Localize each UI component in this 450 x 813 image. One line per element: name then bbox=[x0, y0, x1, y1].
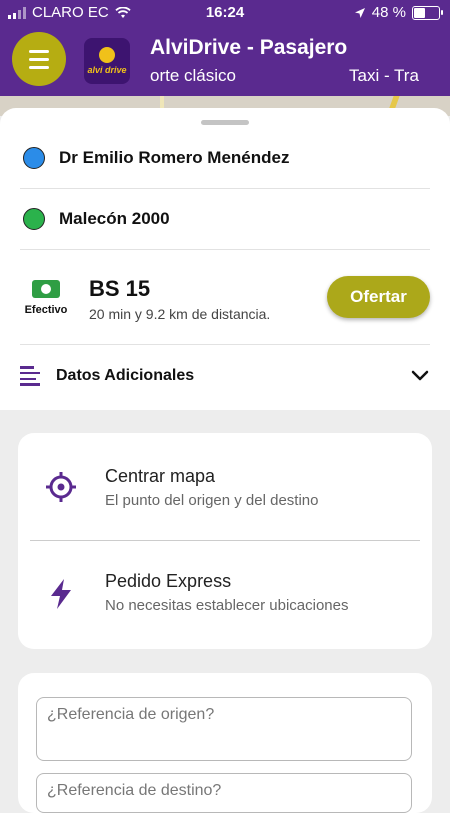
additional-data-label: Datos Adicionales bbox=[56, 367, 195, 384]
fare-price: BS 15 bbox=[89, 276, 151, 301]
status-bar: CLARO EC 16:24 48 % bbox=[0, 0, 450, 26]
crosshair-icon bbox=[46, 472, 76, 502]
destination-address: Malecón 2000 bbox=[59, 209, 170, 228]
notes-icon bbox=[20, 366, 40, 386]
marquee-text-right: Taxi - Tra bbox=[349, 66, 419, 85]
marquee-text-left: orte clásico bbox=[150, 66, 236, 85]
logo-mark bbox=[99, 47, 115, 63]
destination-dot-icon bbox=[23, 208, 45, 230]
express-order-title: Pedido Express bbox=[105, 571, 232, 591]
center-map-option[interactable]: Centrar mapa El punto del origen y del d… bbox=[18, 433, 432, 539]
app-logo: alvi drive bbox=[84, 38, 130, 84]
center-map-title: Centrar mapa bbox=[105, 466, 216, 486]
payment-label: Efectivo bbox=[24, 304, 68, 316]
trip-distance: 20 min y 9.2 km de distancia. bbox=[89, 306, 271, 322]
express-order-subtitle: No necesitas establecer ubicaciones bbox=[105, 597, 349, 614]
app-title: AlviDrive - Pasajero bbox=[150, 36, 348, 59]
battery-info: 48 % bbox=[354, 4, 443, 21]
hamburger-icon bbox=[29, 49, 49, 53]
fare-row: Efectivo BS 15 20 min y 9.2 km de distan… bbox=[20, 250, 430, 345]
lightning-icon bbox=[51, 579, 71, 609]
origin-row[interactable]: Dr Emilio Romero Menéndez bbox=[20, 128, 430, 189]
destination-reference-input[interactable]: ¿Referencia de destino? bbox=[36, 773, 412, 813]
additional-data-toggle[interactable]: Datos Adicionales bbox=[20, 344, 430, 408]
options-card: Centrar mapa El punto del origen y del d… bbox=[18, 433, 432, 649]
offer-button[interactable]: Ofertar bbox=[327, 276, 430, 318]
logo-text: alvi drive bbox=[87, 65, 127, 75]
payment-method[interactable]: Efectivo bbox=[20, 280, 72, 316]
destination-row[interactable]: Malecón 2000 bbox=[20, 189, 430, 250]
location-arrow-icon bbox=[354, 7, 365, 18]
chevron-down-icon bbox=[411, 370, 429, 381]
battery-icon bbox=[412, 5, 443, 20]
cash-icon bbox=[32, 280, 60, 298]
battery-percent: 48 % bbox=[371, 4, 406, 21]
app-header: alvi drive AlviDrive - Pasajero orte clá… bbox=[0, 26, 450, 96]
origin-dot-icon bbox=[23, 147, 45, 169]
trip-sheet: Dr Emilio Romero Menéndez Malecón 2000 E… bbox=[0, 108, 450, 410]
service-marquee: orte clásico Taxi - Tra bbox=[150, 66, 430, 88]
origin-reference-input[interactable]: ¿Referencia de origen? bbox=[36, 697, 412, 761]
express-order-option[interactable]: Pedido Express No necesitas establecer u… bbox=[18, 541, 432, 647]
drag-handle[interactable] bbox=[201, 120, 249, 125]
references-card: ¿Referencia de origen? ¿Referencia de de… bbox=[18, 673, 432, 813]
menu-button[interactable] bbox=[12, 32, 66, 86]
origin-address: Dr Emilio Romero Menéndez bbox=[59, 148, 290, 167]
center-map-subtitle: El punto del origen y del destino bbox=[105, 492, 319, 509]
